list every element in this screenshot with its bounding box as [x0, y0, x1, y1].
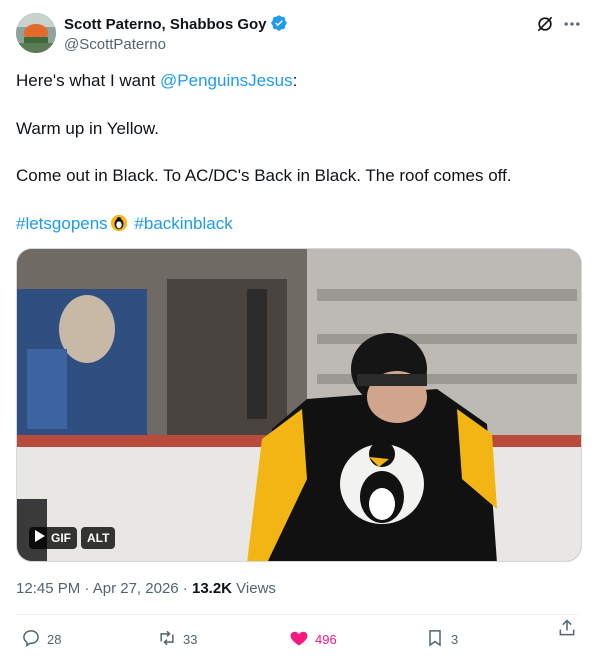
gif-label: GIF — [51, 531, 71, 545]
more-options-icon[interactable] — [562, 14, 582, 39]
like-count: 496 — [315, 632, 337, 647]
meta-separator: · — [80, 580, 93, 597]
tweet-text-line-3: Come out in Black. To AC/DC's Back in Bl… — [16, 166, 512, 185]
bookmark-icon — [425, 628, 445, 651]
mention-link[interactable]: @PenguinsJesus — [160, 71, 293, 90]
hashtag-link-backinblack[interactable]: #backinblack — [134, 214, 232, 233]
gif-media[interactable]: GIF ALT — [16, 248, 582, 562]
share-icon — [557, 618, 577, 641]
reply-icon — [21, 628, 41, 651]
avatar-image — [16, 13, 56, 53]
author-handle[interactable]: @ScottPaterno — [64, 36, 166, 53]
alt-text-button[interactable]: ALT — [81, 527, 116, 549]
reply-count: 28 — [47, 632, 62, 647]
tweet-hashtags: #letsgopens #backinblack — [16, 213, 233, 238]
repost-icon — [157, 628, 177, 651]
tweet-text-line-2: Warm up in Yellow. — [16, 119, 159, 138]
avatar[interactable] — [16, 13, 56, 53]
tweet-time[interactable]: 12:45 PM — [16, 580, 80, 597]
tweet-meta: 12:45 PM · Apr 27, 2026 · 13.2K Views — [16, 580, 276, 597]
views-count: 13.2K — [191, 580, 233, 597]
reply-button[interactable]: 28 — [21, 628, 61, 651]
play-icon — [35, 527, 45, 549]
gif-play-button[interactable]: GIF — [29, 527, 77, 549]
tweet-text-suffix: : — [292, 71, 298, 90]
tweet-text-line-1: Here's what I want @PenguinsJesus: — [16, 70, 297, 92]
heart-filled-icon — [289, 628, 309, 651]
penguin-hashtag-icon — [110, 214, 128, 238]
verified-badge-icon — [270, 14, 288, 36]
bookmark-button[interactable]: 3 — [425, 628, 458, 651]
author-name-row[interactable]: Scott Paterno, Shabbos Goy — [64, 14, 288, 36]
like-button[interactable]: 496 — [289, 628, 337, 651]
divider — [16, 614, 579, 615]
tweet-date[interactable]: Apr 27, 2026 — [93, 580, 179, 597]
repost-button[interactable]: 33 — [157, 628, 197, 651]
hashtag-link-letsgopens[interactable]: #letsgopens — [16, 214, 108, 233]
share-button[interactable] — [557, 618, 577, 641]
media-badges: GIF ALT — [29, 527, 116, 549]
bookmark-count: 3 — [451, 632, 459, 647]
tweet-text-prefix: Here's what I want — [16, 71, 161, 90]
hockey-player-image — [17, 249, 581, 561]
repost-count: 33 — [183, 632, 198, 647]
grok-icon[interactable] — [535, 14, 555, 39]
views-label: Views — [232, 580, 276, 597]
author-name[interactable]: Scott Paterno, Shabbos Goy — [64, 16, 267, 33]
meta-separator: · — [178, 580, 192, 597]
